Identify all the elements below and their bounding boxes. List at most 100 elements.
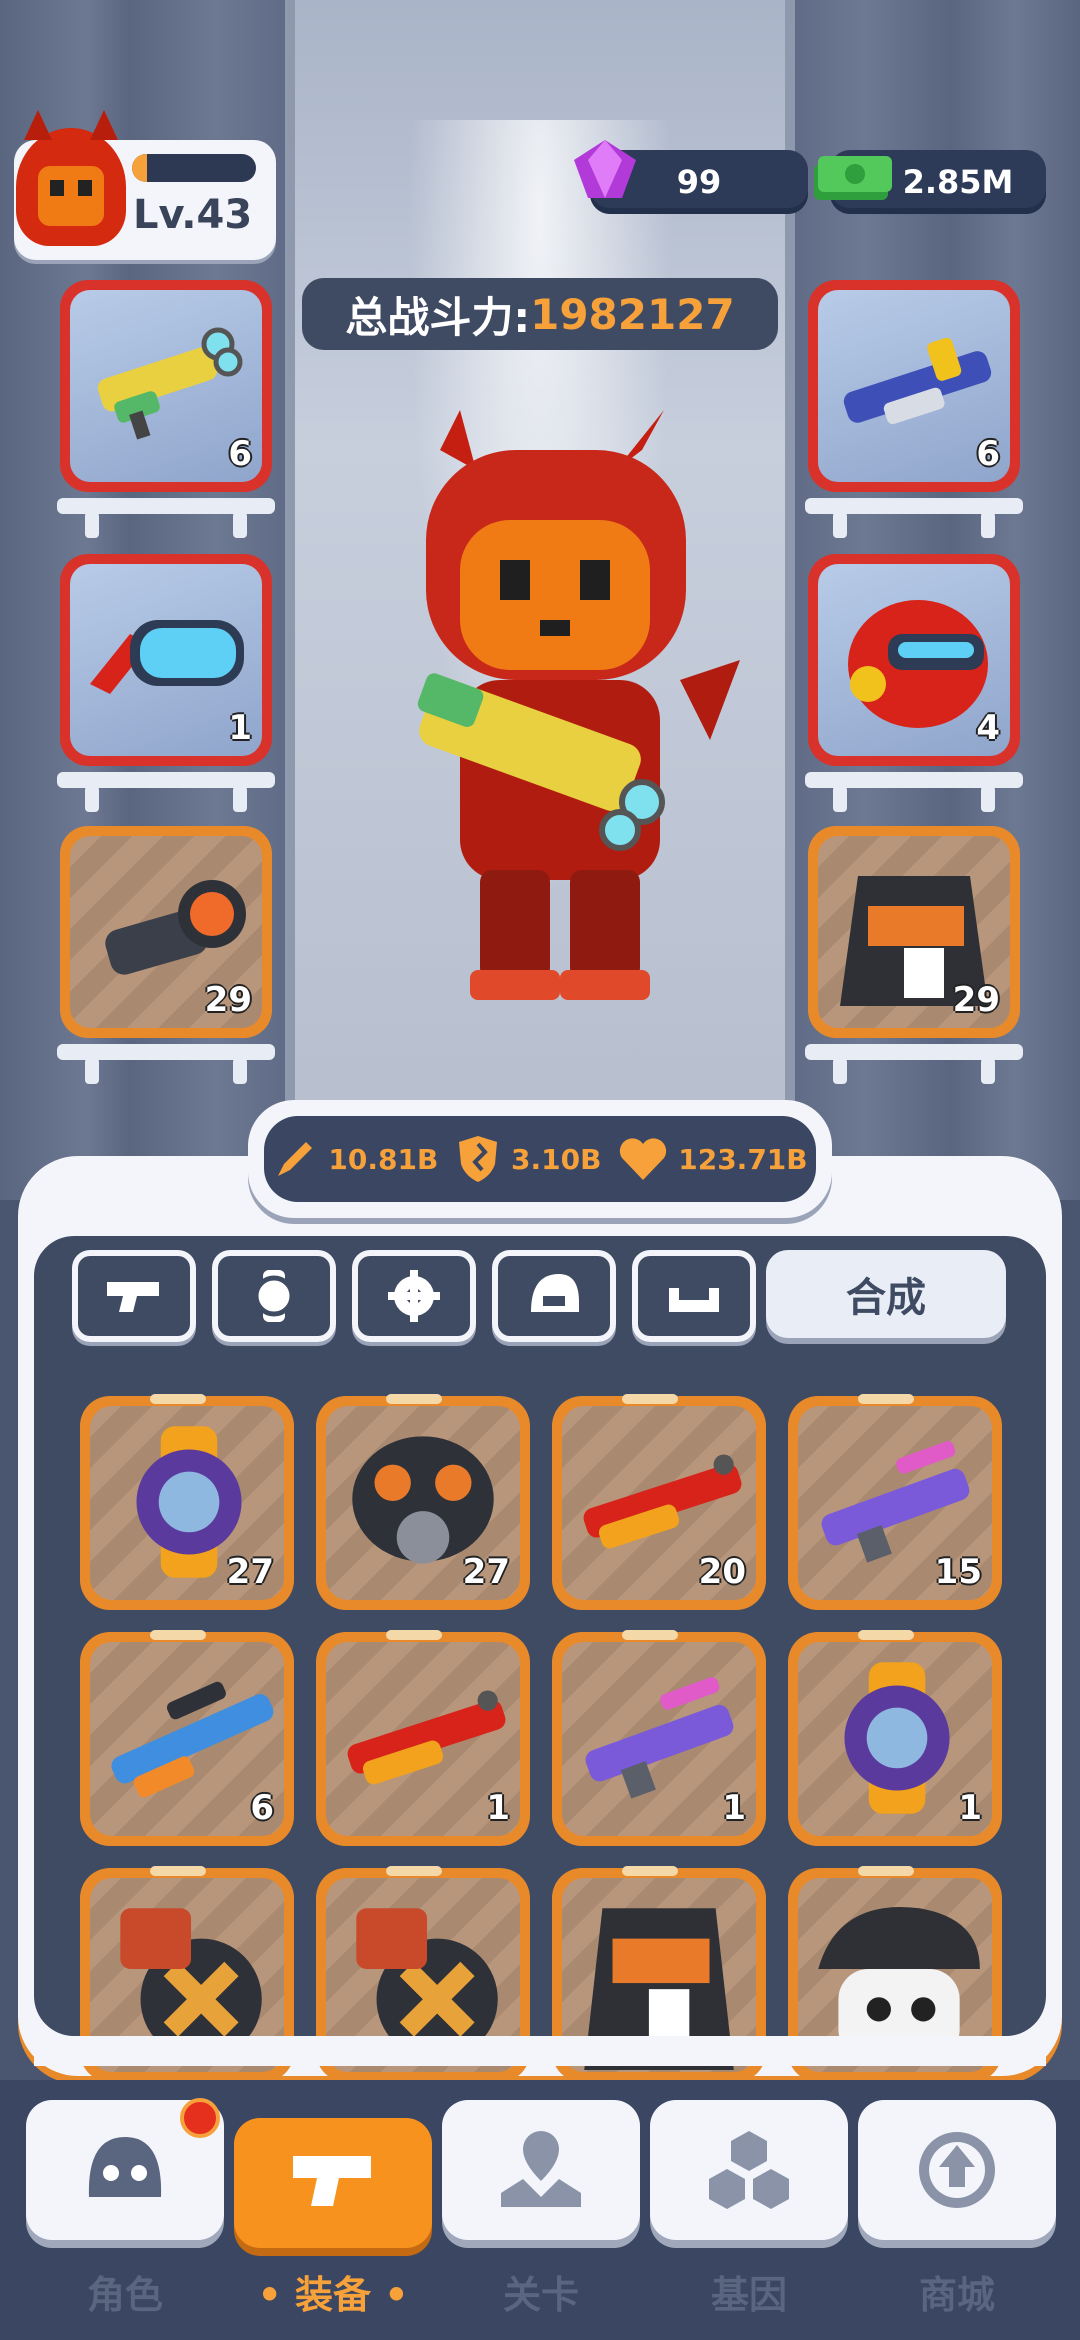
player-avatar[interactable]	[16, 110, 126, 246]
gem-amount: 99	[676, 163, 722, 201]
avatar-face	[38, 166, 104, 226]
item-count: 4	[976, 708, 1000, 748]
tab-weapons[interactable]	[72, 1250, 196, 1342]
item-count: 20	[698, 1552, 746, 1592]
total-power: 总战斗力: 1982127	[302, 278, 778, 350]
cell-highlight	[150, 1630, 206, 1640]
cell-highlight	[150, 1394, 206, 1404]
cell-highlight	[386, 1866, 442, 1876]
horn-left	[24, 110, 52, 140]
player-level: Lv.43	[133, 192, 253, 238]
health-value: 123.71B	[678, 1142, 808, 1176]
cell-highlight	[622, 1394, 678, 1404]
nav-equipment[interactable]	[234, 2118, 432, 2248]
shelf	[805, 772, 1023, 812]
attack-icon	[278, 1142, 313, 1176]
helmet-icon	[531, 1274, 579, 1312]
item-count: 1	[722, 1788, 746, 1828]
power-value: 1982127	[530, 289, 735, 339]
slot-armor-right[interactable]: 29	[808, 826, 1020, 1038]
watch-icon	[253, 1270, 295, 1322]
cell-highlight	[622, 1866, 678, 1876]
item-count: 6	[976, 434, 1000, 474]
nav-label-character: 角色	[86, 2273, 163, 2317]
cell-highlight	[858, 1394, 914, 1404]
nav-label-shop: 商城	[918, 2273, 995, 2317]
item-count: 29	[204, 980, 252, 1020]
tab-parts[interactable]	[352, 1250, 476, 1342]
item-count: 6	[228, 434, 252, 474]
heart-icon	[620, 1138, 667, 1180]
gun-icon	[107, 1282, 159, 1312]
nav-shop[interactable]	[858, 2100, 1056, 2240]
avatar-eye	[50, 180, 64, 196]
cell-highlight	[150, 1866, 206, 1876]
slot-scope-left[interactable]: 29	[60, 826, 272, 1038]
nav-label-stage: 关卡	[502, 2273, 579, 2317]
inventory-item-gas-mask[interactable]: 27	[316, 1394, 530, 1610]
inventory-item-watch-purple[interactable]: 27	[80, 1394, 294, 1610]
nav-stage[interactable]	[442, 2100, 640, 2240]
shelf	[805, 1044, 1023, 1084]
cell-highlight	[858, 1630, 914, 1640]
avatar-eye	[78, 180, 92, 196]
armor-icon	[669, 1288, 719, 1312]
item-count: 1	[228, 708, 252, 748]
character-icon	[88, 2137, 162, 2197]
slot-goggles-left[interactable]: 1	[60, 554, 272, 766]
shield-icon	[459, 1136, 498, 1182]
shelf	[57, 498, 275, 538]
nav-gene[interactable]	[650, 2100, 848, 2240]
stat-health: 123.71B	[618, 1136, 808, 1182]
item-count: 27	[226, 1552, 274, 1592]
item-count: 1	[486, 1788, 510, 1828]
stats-bar: 10.81B 3.10B 123.71B	[248, 1100, 832, 1218]
cell-highlight	[622, 1630, 678, 1640]
map-icon	[501, 2131, 581, 2207]
shelf	[805, 498, 1023, 538]
stat-attack: 10.81B	[272, 1136, 438, 1182]
hero-character	[417, 410, 740, 1000]
gene-icon	[709, 2131, 789, 2209]
nav-label-text: 装备	[294, 2273, 371, 2317]
shelf	[57, 772, 275, 812]
equipment-icon	[293, 2156, 371, 2206]
cash-amount: 2.85M	[902, 163, 1014, 201]
inventory-item-shotgun-red[interactable]: 1	[316, 1630, 530, 1846]
merge-button[interactable]: 合成	[766, 1250, 1006, 1338]
power-label: 总战斗力:	[345, 292, 531, 342]
tab-accessories[interactable]	[212, 1250, 336, 1342]
xp-bar	[132, 154, 256, 182]
category-tabs: 合成	[72, 1250, 1012, 1346]
horn-right	[90, 110, 118, 140]
tab-helmets[interactable]	[492, 1250, 616, 1342]
slot-helmet-right[interactable]: 4	[808, 554, 1020, 766]
notification-badge	[180, 2098, 220, 2138]
item-count: 27	[462, 1552, 510, 1592]
cell-highlight	[386, 1630, 442, 1640]
gear-icon	[388, 1270, 440, 1322]
grid-clip	[34, 2036, 1046, 2066]
nav-label-equipment: • 装备 •	[257, 2273, 409, 2317]
item-count: 1	[958, 1788, 982, 1828]
shelf	[57, 1044, 275, 1084]
inventory-item-sniper-blue[interactable]: 6	[80, 1630, 294, 1846]
item-count: 6	[250, 1788, 274, 1828]
attack-value: 10.81B	[328, 1142, 439, 1176]
stat-defense: 3.10B	[455, 1134, 601, 1184]
defense-value: 3.10B	[511, 1142, 602, 1176]
slot-weapon-left[interactable]: 6	[60, 280, 272, 492]
item-count: 15	[934, 1552, 982, 1592]
nav-label-gene: 基因	[710, 2273, 787, 2317]
slot-weapon-right[interactable]: 6	[808, 280, 1020, 492]
inventory-item-watch-purple[interactable]: 1	[788, 1630, 1002, 1846]
cell-highlight	[858, 1866, 914, 1876]
item-count: 29	[952, 980, 1000, 1020]
cell-highlight	[386, 1394, 442, 1404]
inventory-item-rifle-purple[interactable]: 15	[788, 1394, 1002, 1610]
inventory-item-rifle-purple[interactable]: 1	[552, 1630, 766, 1846]
tab-armor[interactable]	[632, 1250, 756, 1342]
inventory-item-shotgun-red[interactable]: 20	[552, 1394, 766, 1610]
gem-icon	[574, 140, 636, 198]
shop-icon	[919, 2132, 995, 2208]
